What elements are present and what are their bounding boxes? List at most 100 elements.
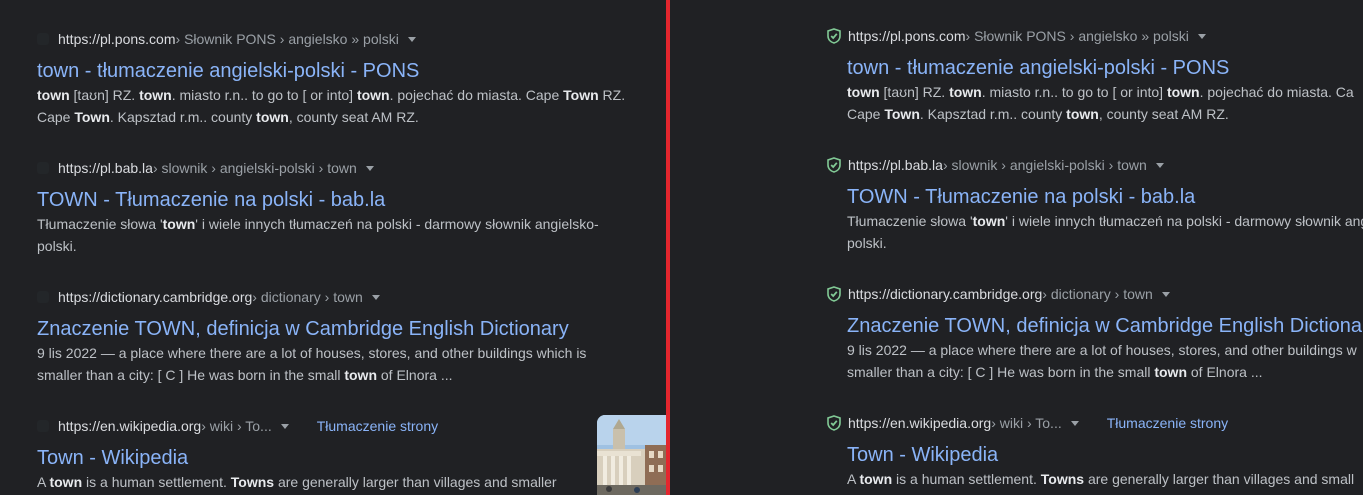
result-url-row: https://en.wikipedia.org › wiki › To... T… [37, 417, 647, 435]
snippet-highlight: town [1166, 84, 1200, 100]
result-snippet: Tłumaczenie słowa 'town' i wiele innych … [37, 213, 647, 257]
snippet-highlight: town [1066, 106, 1099, 122]
results-list: https://pl.pons.com › Słownik PONS › ang… [827, 27, 1363, 490]
result-url-domain[interactable]: https://pl.bab.la [58, 160, 153, 176]
result-title-link[interactable]: town - tłumaczenie angielski-polski - PO… [37, 59, 647, 83]
shield-check-icon [826, 28, 842, 44]
result-url-row: https://dictionary.cambridge.org › dicti… [827, 285, 1363, 303]
result-menu-caret-icon[interactable] [1070, 420, 1079, 426]
result-url-breadcrumb[interactable]: › Słownik PONS › angielsko » polski [966, 28, 1189, 44]
result-url-domain[interactable]: https://pl.pons.com [848, 28, 966, 44]
result-title-link[interactable]: Town - Wikipedia [37, 446, 647, 470]
favicon-placeholder-icon [37, 162, 49, 174]
snippet-text: is a human settlement. [892, 471, 1041, 487]
translate-page-link[interactable]: Tłumaczenie strony [317, 418, 438, 434]
snippet-text: . Kapsztad r.m.. county [919, 106, 1067, 122]
snippet-text: a place where there are a lot of houses,… [928, 342, 1357, 358]
snippet-highlight: Towns [230, 474, 275, 490]
snippet-text: a place where there are a lot of houses,… [118, 345, 587, 361]
snippet-line: town [taʊn] RZ. town. miasto r.n.. to go… [37, 84, 647, 106]
snippet-highlight: town [972, 213, 1006, 229]
result-url-domain[interactable]: https://en.wikipedia.org [58, 418, 201, 434]
snippet-line: smaller than a city: [ C ] He was born i… [37, 364, 647, 386]
result-url-breadcrumb[interactable]: › dictionary › town [1042, 286, 1152, 302]
result-title-link[interactable]: TOWN - Tłumaczenie na polski - bab.la [847, 185, 1363, 209]
shield-check-icon [826, 286, 842, 302]
result-url-breadcrumb[interactable]: › wiki › To... [991, 415, 1062, 431]
result-menu-caret-icon[interactable] [371, 294, 380, 300]
snippet-text: Tłumaczenie słowa ' [847, 213, 973, 229]
snippet-text: smaller than a city: [ C ] He was born i… [37, 367, 345, 383]
result-snippet: town [taʊn] RZ. town. miasto r.n.. to go… [847, 81, 1363, 125]
result-title-link[interactable]: Znaczenie TOWN, definicja w Cambridge En… [847, 314, 1363, 338]
snippet-line: Tłumaczenie słowa 'town' i wiele innych … [37, 213, 647, 235]
result-title-link[interactable]: TOWN - Tłumaczenie na polski - bab.la [37, 188, 647, 212]
snippet-text: Tłumaczenie słowa ' [37, 216, 163, 232]
snippet-highlight: town [949, 84, 982, 100]
snippet-highlight: town [37, 87, 70, 103]
snippet-text: polski. [37, 238, 77, 254]
snippet-highlight: Town [563, 87, 599, 103]
snippet-text: Cape [847, 106, 885, 122]
result-menu-caret-icon[interactable] [280, 423, 289, 429]
snippet-line: 9 lis 2022 — a place where there are a l… [847, 339, 1363, 361]
result-title-link[interactable]: Town - Wikipedia [847, 443, 1363, 467]
wikipedia-thumbnail-image[interactable] [597, 415, 666, 495]
result-url-row: https://pl.bab.la › slownik › angielski-… [37, 159, 647, 177]
result-url-row: https://pl.bab.la › slownik › angielski-… [827, 156, 1363, 174]
snippet-date: 9 lis 2022 — [37, 345, 119, 361]
result-url-breadcrumb[interactable]: › slownik › angielski-polski › town [943, 157, 1147, 173]
result-url-breadcrumb[interactable]: › Słownik PONS › angielsko » polski [176, 31, 399, 47]
result-menu-caret-icon[interactable] [1161, 291, 1170, 297]
snippet-text: . pojechać do miasta. Ca [1199, 84, 1354, 100]
result-menu-caret-icon[interactable] [365, 165, 374, 171]
snippet-line: town [taʊn] RZ. town. miasto r.n.. to go… [847, 81, 1363, 103]
search-result: https://pl.pons.com › Słownik PONS › ang… [827, 27, 1363, 156]
snippet-text: A [847, 471, 860, 487]
snippet-highlight: Towns [1040, 471, 1085, 487]
snippet-highlight: town [256, 109, 289, 125]
snippet-highlight: town [847, 84, 880, 100]
result-menu-caret-icon[interactable] [407, 36, 416, 42]
left-search-results-pane: https://pl.pons.com › Słownik PONS › ang… [0, 0, 666, 495]
snippet-text: of Elnora ... [1187, 364, 1263, 380]
snippet-text: smaller than a city: [ C ] He was born i… [847, 364, 1155, 380]
search-result: https://pl.bab.la › slownik › angielski-… [37, 159, 647, 288]
result-url-row: https://pl.pons.com › Słownik PONS › ang… [37, 30, 647, 48]
result-menu-caret-icon[interactable] [1197, 33, 1206, 39]
snippet-text: polski. [847, 235, 887, 251]
results-list: https://pl.pons.com › Słownik PONS › ang… [37, 30, 647, 493]
result-url-breadcrumb[interactable]: › dictionary › town [252, 289, 362, 305]
result-url-breadcrumb[interactable]: › wiki › To... [201, 418, 272, 434]
result-url-domain[interactable]: https://pl.pons.com [58, 31, 176, 47]
translate-page-link[interactable]: Tłumaczenie strony [1107, 415, 1228, 431]
search-result: https://en.wikipedia.org › wiki › To... T… [827, 414, 1363, 490]
snippet-text: RZ. [598, 87, 626, 103]
snippet-text: , county seat AM RZ. [288, 109, 419, 125]
snippet-text: , county seat AM RZ. [1098, 106, 1229, 122]
result-url-domain[interactable]: https://dictionary.cambridge.org [58, 289, 252, 305]
result-title-link[interactable]: town - tłumaczenie angielski-polski - PO… [847, 56, 1363, 80]
snippet-text: . miasto r.n.. to go to [ or into] [171, 87, 357, 103]
result-snippet: A town is a human settlement. Towns are … [847, 468, 1363, 490]
result-url-domain[interactable]: https://pl.bab.la [848, 157, 943, 173]
result-snippet: 9 lis 2022 — a place where there are a l… [847, 339, 1363, 383]
result-title-link[interactable]: Znaczenie TOWN, definicja w Cambridge En… [37, 317, 647, 341]
right-search-results-pane: https://pl.pons.com › Słownik PONS › ang… [670, 0, 1363, 495]
result-url-domain[interactable]: https://en.wikipedia.org [848, 415, 991, 431]
snippet-text: A [37, 474, 50, 490]
favicon-placeholder-icon [37, 33, 49, 45]
search-result: https://dictionary.cambridge.org › dicti… [827, 285, 1363, 414]
snippet-line: 9 lis 2022 — a place where there are a l… [37, 342, 647, 364]
snippet-line: Cape Town. Kapsztad r.m.. county town, c… [37, 106, 647, 128]
snippet-highlight: town [356, 87, 390, 103]
snippet-text: . Kapsztad r.m.. county [109, 109, 257, 125]
result-snippet: 9 lis 2022 — a place where there are a l… [37, 342, 647, 386]
result-url-breadcrumb[interactable]: › slownik › angielski-polski › town [153, 160, 357, 176]
snippet-highlight: town [1154, 364, 1187, 380]
snippet-highlight: town [162, 216, 196, 232]
result-menu-caret-icon[interactable] [1155, 162, 1164, 168]
result-snippet: A town is a human settlement. Towns are … [37, 471, 647, 493]
snippet-text: Cape [37, 109, 75, 125]
result-url-domain[interactable]: https://dictionary.cambridge.org [848, 286, 1042, 302]
